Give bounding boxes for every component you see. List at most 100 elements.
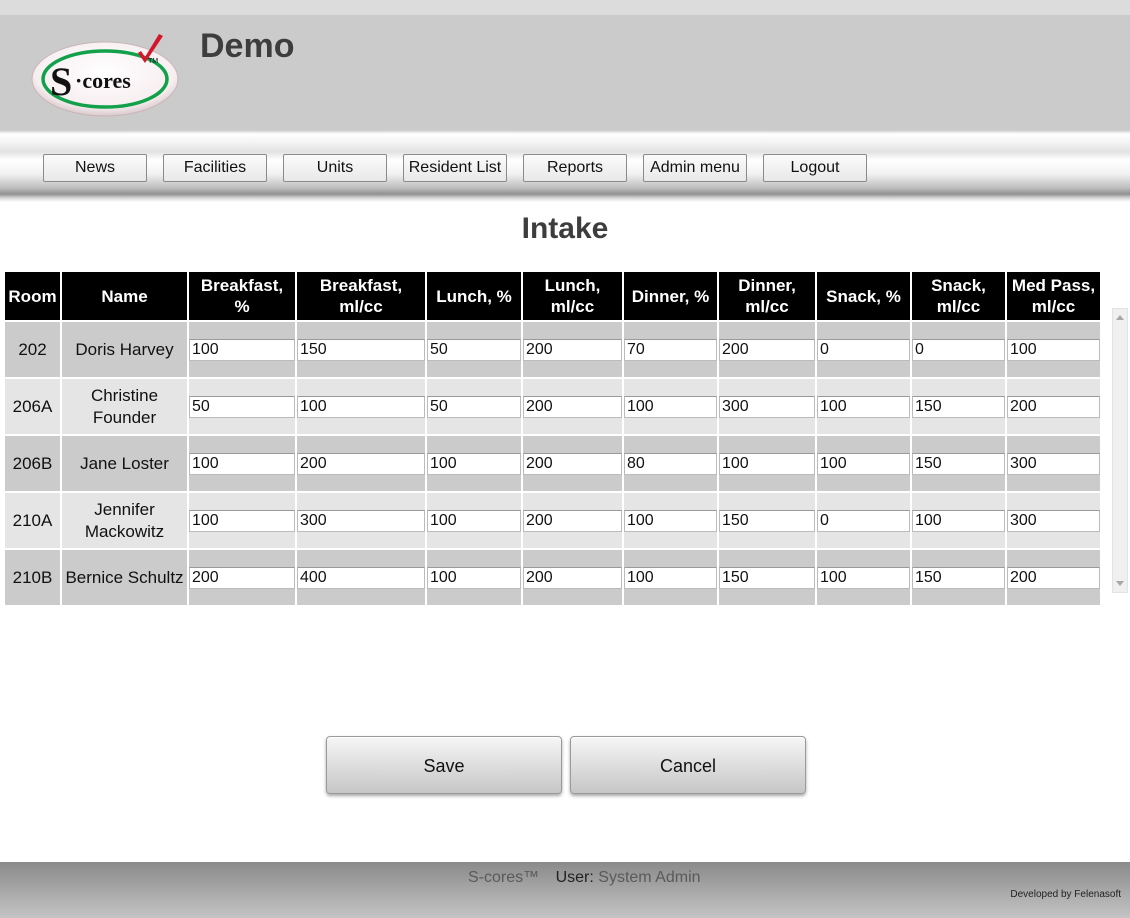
room-cell: 210B <box>5 550 60 605</box>
nav-resident-list-button[interactable]: Resident List <box>403 154 507 182</box>
intake-cell <box>624 436 717 491</box>
table-row: 202 Doris Harvey <box>5 322 1100 377</box>
intake-cell <box>1007 322 1100 377</box>
room-cell: 206B <box>5 436 60 491</box>
intake-cell <box>912 322 1005 377</box>
intake-value-input[interactable] <box>817 510 910 532</box>
intake-value-input[interactable] <box>912 396 1005 418</box>
intake-value-input[interactable] <box>523 567 622 589</box>
intake-value-input[interactable] <box>189 453 295 475</box>
intake-value-input[interactable] <box>297 396 425 418</box>
intake-cell <box>189 550 295 605</box>
intake-cell <box>1007 379 1100 434</box>
intake-value-input[interactable] <box>817 567 910 589</box>
intake-cell <box>912 493 1005 548</box>
table-scrollbar[interactable] <box>1112 308 1128 593</box>
save-button[interactable]: Save <box>326 736 562 794</box>
nav-bar: News Facilities Units Resident List Repo… <box>0 130 1130 202</box>
intake-value-input[interactable] <box>624 510 717 532</box>
intake-value-input[interactable] <box>912 453 1005 475</box>
intake-value-input[interactable] <box>427 567 521 589</box>
column-header: Lunch, ml/cc <box>523 272 622 320</box>
intake-value-input[interactable] <box>624 396 717 418</box>
intake-value-input[interactable] <box>719 339 815 361</box>
intake-value-input[interactable] <box>523 510 622 532</box>
resident-name-cell: Jennifer Mackowitz <box>62 493 187 548</box>
footer-status: S-cores™ User: System Admin <box>468 869 701 887</box>
intake-value-input[interactable] <box>189 339 295 361</box>
intake-value-input[interactable] <box>297 567 425 589</box>
nav-news-button[interactable]: News <box>43 154 147 182</box>
resident-name-cell: Bernice Schultz <box>62 550 187 605</box>
scores-logo[interactable]: S ·cores TM <box>30 33 180 118</box>
intake-value-input[interactable] <box>1007 453 1100 475</box>
resident-name-cell: Jane Loster <box>62 436 187 491</box>
intake-value-input[interactable] <box>624 339 717 361</box>
intake-value-input[interactable] <box>719 567 815 589</box>
intake-value-input[interactable] <box>719 453 815 475</box>
intake-value-input[interactable] <box>189 510 295 532</box>
intake-value-input[interactable] <box>912 567 1005 589</box>
intake-table: Room Name Breakfast, % Breakfast, ml/cc … <box>3 270 1102 607</box>
intake-cell <box>719 550 815 605</box>
intake-value-input[interactable] <box>719 510 815 532</box>
column-header: Snack, ml/cc <box>912 272 1005 320</box>
intake-value-input[interactable] <box>189 396 295 418</box>
intake-cell <box>624 550 717 605</box>
intake-value-input[interactable] <box>719 396 815 418</box>
nav-reports-button[interactable]: Reports <box>523 154 627 182</box>
table-header-row: Room Name Breakfast, % Breakfast, ml/cc … <box>5 272 1100 320</box>
footer-user-label: User: <box>555 869 594 886</box>
cancel-button[interactable]: Cancel <box>570 736 806 794</box>
column-header: Room <box>5 272 60 320</box>
nav-logout-button[interactable]: Logout <box>763 154 867 182</box>
intake-value-input[interactable] <box>523 396 622 418</box>
intake-value-input[interactable] <box>297 453 425 475</box>
intake-cell <box>523 436 622 491</box>
column-header: Breakfast, % <box>189 272 295 320</box>
intake-cell <box>189 379 295 434</box>
intake-value-input[interactable] <box>1007 396 1100 418</box>
svg-text:·cores: ·cores <box>75 68 131 93</box>
intake-value-input[interactable] <box>523 453 622 475</box>
intake-cell <box>297 550 425 605</box>
header: S ·cores TM Demo <box>0 15 1130 130</box>
intake-value-input[interactable] <box>427 339 521 361</box>
intake-value-input[interactable] <box>817 339 910 361</box>
footer: S-cores™ User: System Admin Developed by… <box>0 862 1130 918</box>
nav-units-button[interactable]: Units <box>283 154 387 182</box>
column-header: Snack, % <box>817 272 910 320</box>
nav-admin-menu-button[interactable]: Admin menu <box>643 154 747 182</box>
intake-value-input[interactable] <box>297 339 425 361</box>
intake-value-input[interactable] <box>912 510 1005 532</box>
intake-cell <box>912 550 1005 605</box>
intake-value-input[interactable] <box>1007 339 1100 361</box>
intake-value-input[interactable] <box>427 396 521 418</box>
intake-cell <box>624 493 717 548</box>
intake-cell <box>427 379 521 434</box>
intake-value-input[interactable] <box>189 567 295 589</box>
intake-cell <box>912 379 1005 434</box>
intake-cell <box>817 379 910 434</box>
intake-cell <box>1007 493 1100 548</box>
footer-developer: Developed by Felenasoft <box>1010 889 1121 900</box>
intake-value-input[interactable] <box>1007 510 1100 532</box>
intake-cell <box>189 322 295 377</box>
intake-value-input[interactable] <box>624 453 717 475</box>
intake-value-input[interactable] <box>1007 567 1100 589</box>
intake-value-input[interactable] <box>427 510 521 532</box>
intake-value-input[interactable] <box>817 396 910 418</box>
intake-cell <box>297 379 425 434</box>
scroll-down-arrow-icon[interactable] <box>1116 581 1124 586</box>
column-header: Breakfast, ml/cc <box>297 272 425 320</box>
intake-value-input[interactable] <box>427 453 521 475</box>
intake-value-input[interactable] <box>624 567 717 589</box>
top-strip <box>0 0 1130 15</box>
intake-value-input[interactable] <box>523 339 622 361</box>
intake-value-input[interactable] <box>817 453 910 475</box>
intake-value-input[interactable] <box>912 339 1005 361</box>
intake-cell <box>189 493 295 548</box>
nav-facilities-button[interactable]: Facilities <box>163 154 267 182</box>
scroll-up-arrow-icon[interactable] <box>1116 315 1124 320</box>
intake-value-input[interactable] <box>297 510 425 532</box>
